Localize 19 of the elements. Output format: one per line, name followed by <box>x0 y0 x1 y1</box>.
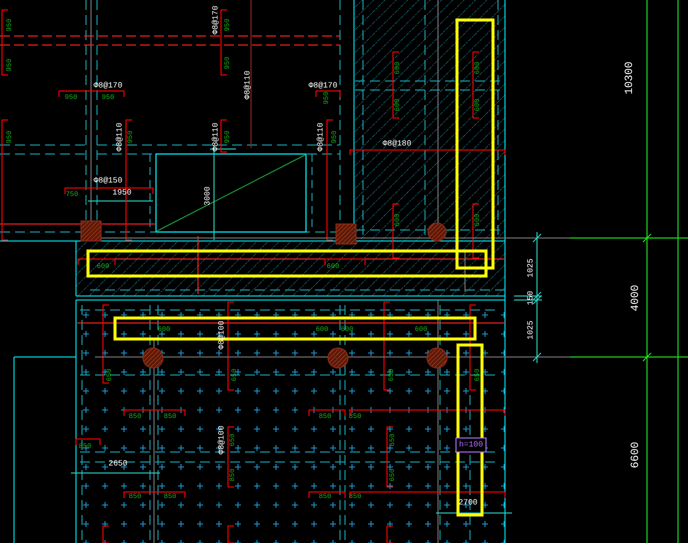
rebar-label: Φ8@100 <box>218 426 226 454</box>
rebar-label: Φ8@170 <box>94 82 122 90</box>
rebar-label: Φ8@110 <box>316 122 326 152</box>
rebar-label: Φ8@170 <box>212 6 220 34</box>
dimension-text: 1025 <box>526 320 536 340</box>
rebar-label: Φ8@180 <box>382 140 412 148</box>
dimension-text: 3000 <box>204 186 212 206</box>
dimension-text: 150 <box>526 290 536 306</box>
slab-thickness-note: h=100 <box>459 440 483 450</box>
rebar-label: Φ8@110 <box>244 70 252 100</box>
rebar-label: Φ8@170 <box>308 82 338 90</box>
rebar-label: Φ8@110 <box>212 122 220 152</box>
dimension-text: 4000 <box>630 284 642 312</box>
dimension-text: 10300 <box>624 62 636 94</box>
rebar-label: Φ8@110 <box>116 122 124 152</box>
dimension-text: 1025 <box>526 258 536 278</box>
rebar-label: Φ8@100 <box>218 320 226 350</box>
dimension-text: 6600 <box>630 442 642 468</box>
rebar-label: Φ8@150 <box>94 176 122 186</box>
